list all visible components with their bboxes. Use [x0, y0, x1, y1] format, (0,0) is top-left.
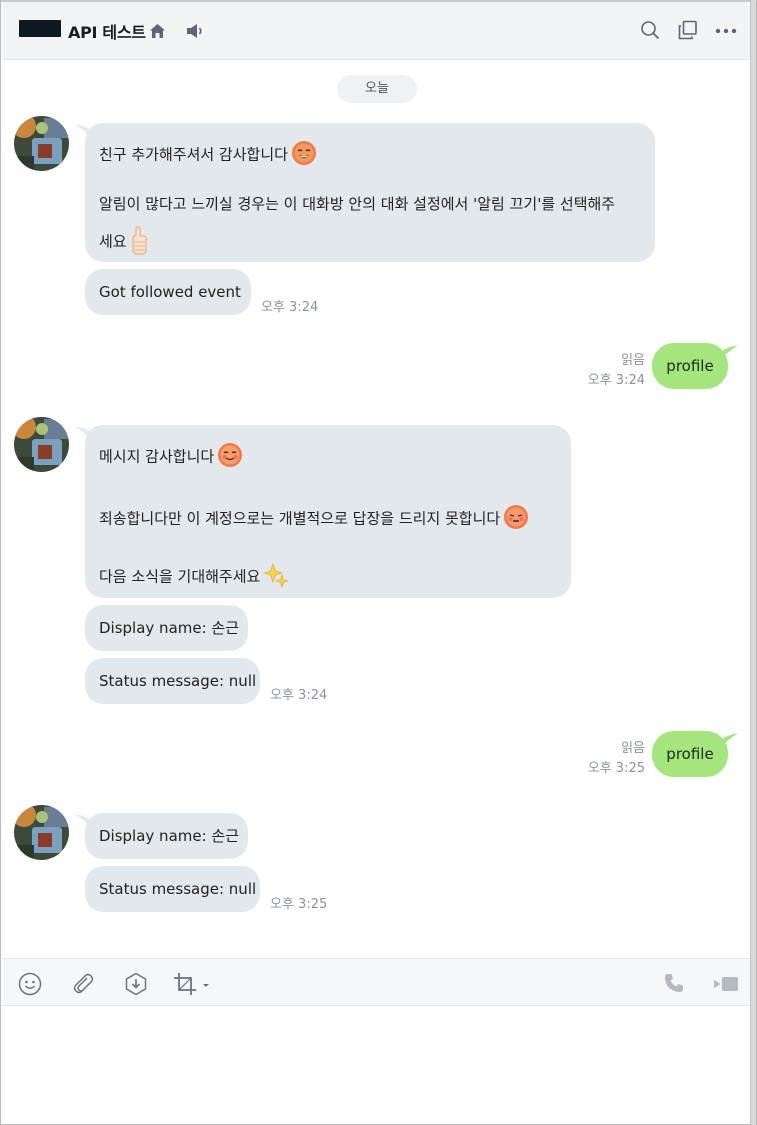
read-receipt: 읽음 [621, 353, 645, 368]
bot-avatar[interactable] [14, 417, 69, 472]
chat-window: API 테스트 오늘 친구 추가해주셔서 감사합니다 알림이 많다고 느끼실 경… [0, 0, 757, 1125]
message-time: 오후 3:24 [261, 300, 319, 315]
save-icon[interactable] [124, 972, 148, 1000]
emoji-icon[interactable] [18, 972, 42, 1000]
smiling-emoji-icon [217, 442, 243, 472]
message-bubble[interactable]: 친구 추가해주셔서 감사합니다 알림이 많다고 느끼실 경우는 이 대화방 안의… [85, 123, 655, 262]
message-text: Status message: null [99, 880, 257, 898]
message-text: Display name: 손근 [99, 827, 240, 845]
my-message-bubble[interactable]: profile [652, 343, 728, 389]
thumbs-up-emoji-icon [130, 225, 148, 259]
message-time: 오후 3:24 [270, 688, 328, 703]
grinning-emoji-icon [291, 140, 317, 170]
message-line: 메시지 감사합니다 [99, 442, 243, 472]
search-icon[interactable] [640, 20, 660, 40]
chat-title: API 테스트 [68, 23, 146, 42]
message-line: 친구 추가해주셔서 감사합니다 [99, 140, 317, 170]
message-bubble[interactable]: Status message: null [85, 866, 260, 912]
video-icon[interactable] [713, 975, 739, 997]
message-line: 죄송합니다만 이 계정으로는 개별적으로 답장을 드리지 못합니다 [99, 504, 529, 534]
message-time: 오후 3:25 [587, 761, 645, 776]
message-bubble[interactable]: Status message: null [85, 658, 260, 704]
input-toolbar [2, 958, 751, 1006]
home-icon[interactable] [149, 23, 166, 39]
message-text: Got followed event [99, 283, 241, 301]
message-line: 다음 소식을 기대해주세요 [99, 562, 290, 592]
bubble-tail [722, 733, 738, 745]
message-line: 알림이 많다고 느끼실 경우는 이 대화방 안의 대화 설정에서 '알림 끄기'… [99, 195, 616, 213]
bubble-tail [722, 345, 738, 357]
my-message-bubble[interactable]: profile [652, 731, 728, 777]
sparkles-emoji-icon [263, 562, 290, 592]
message-bubble[interactable]: Got followed event [85, 269, 251, 315]
message-bubble[interactable]: Display name: 손근 [85, 605, 248, 651]
message-time: 오후 3:25 [270, 897, 328, 912]
speaker-icon[interactable] [186, 23, 205, 39]
call-icon[interactable] [663, 972, 685, 998]
redacted-name [19, 20, 61, 37]
bot-avatar[interactable] [14, 805, 69, 860]
message-bubble[interactable]: 메시지 감사합니다 죄송합니다만 이 계정으로는 개별적으로 답장을 드리지 못… [85, 425, 571, 598]
message-time: 오후 3:24 [587, 373, 645, 388]
message-text: Status message: null [99, 672, 257, 690]
more-icon[interactable] [715, 28, 737, 34]
pensive-emoji-icon [503, 504, 529, 534]
bot-avatar[interactable] [14, 116, 69, 171]
message-text: Display name: 손근 [99, 619, 240, 637]
date-divider: 오늘 [337, 75, 417, 103]
message-bubble[interactable]: Display name: 손근 [85, 813, 248, 859]
read-receipt: 읽음 [621, 741, 645, 756]
message-line: 세요 [99, 225, 148, 259]
chat-header: API 테스트 [2, 2, 751, 60]
attach-icon[interactable] [71, 972, 95, 1000]
crop-icon[interactable] [173, 972, 213, 1000]
message-input[interactable] [2, 1006, 751, 1121]
popout-icon[interactable] [678, 20, 698, 40]
chat-area[interactable]: 오늘 친구 추가해주셔서 감사합니다 알림이 많다고 느끼실 경우는 이 대화방… [2, 60, 751, 958]
window-edge [750, 0, 756, 1125]
